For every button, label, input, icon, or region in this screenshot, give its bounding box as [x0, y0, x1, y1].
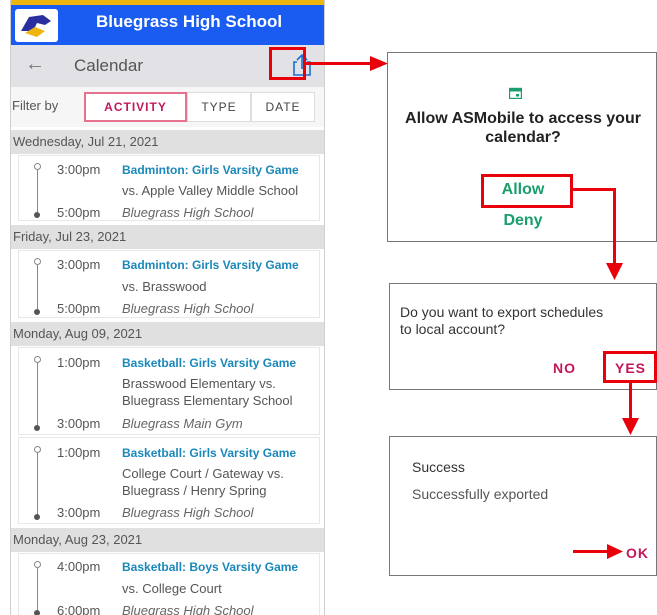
filter-bar: Filter by ACTIVITY TYPE DATE — [11, 87, 324, 127]
event-location: Bluegrass High School — [122, 603, 254, 615]
event-name: Basketball: Boys Varsity Game — [122, 560, 299, 574]
school-name: Bluegrass High School — [96, 12, 283, 31]
day-header: Monday, Aug 23, 2021 — [11, 528, 324, 552]
event-location: Bluegrass High School — [122, 301, 254, 316]
event-location: Bluegrass High School — [122, 505, 254, 520]
event-end-time: 5:00pm — [57, 301, 101, 316]
filter-label: Filter by — [12, 98, 59, 113]
connector-line — [306, 62, 376, 65]
event-name: Badminton: Girls Varsity Game — [122, 163, 299, 177]
connector-line — [613, 188, 616, 264]
arrow-right-icon — [607, 544, 623, 559]
day-header: Friday, Jul 23, 2021 — [11, 225, 324, 249]
event-location: Bluegrass High School — [122, 205, 254, 220]
timeline-rail — [37, 169, 38, 212]
permission-dialog: Allow ASMobile to access your calendar? … — [387, 52, 657, 242]
timeline-end-dot — [34, 212, 40, 218]
yes-highlight — [603, 351, 657, 383]
event-end-time: 5:00pm — [57, 205, 101, 220]
timeline-rail — [37, 567, 38, 612]
event-card[interactable]: 1:00pm Basketball: Girls Varsity Game Br… — [18, 347, 320, 435]
event-name: Basketball: Girls Varsity Game — [122, 446, 297, 460]
event-start-time: 1:00pm — [57, 355, 101, 370]
timeline-end-dot — [34, 309, 40, 315]
page-title: Calendar — [74, 56, 143, 75]
school-header: Bluegrass High School — [11, 0, 324, 45]
event-card[interactable]: 3:00pm Badminton: Girls Varsity Game vs.… — [18, 155, 320, 221]
event-start-time: 1:00pm — [57, 445, 101, 460]
timeline-rail — [37, 452, 38, 515]
export-question-line: to local account? — [400, 321, 506, 337]
event-opponent: Bluegrass / Henry Spring — [122, 483, 267, 498]
connector-line — [573, 550, 611, 553]
event-card[interactable]: 1:00pm Basketball: Girls Varsity Game Co… — [18, 437, 320, 524]
event-end-time: 6:00pm — [57, 603, 101, 615]
timeline-rail — [37, 264, 38, 309]
event-start-time: 3:00pm — [57, 162, 101, 177]
event-opponent: Brasswood Elementary vs. — [122, 376, 276, 391]
event-end-time: 3:00pm — [57, 416, 101, 431]
export-question: Do you want to export schedules to local… — [400, 304, 603, 338]
event-opponent: vs. College Court — [122, 581, 222, 596]
success-title: Success — [412, 459, 465, 475]
export-question-line: Do you want to export schedules — [400, 304, 604, 320]
event-card[interactable]: 3:00pm Badminton: Girls Varsity Game vs.… — [18, 250, 320, 318]
allow-highlight — [481, 174, 573, 208]
arrow-right-icon — [370, 56, 388, 71]
success-message: Successfully exported — [412, 486, 549, 502]
tab-type[interactable]: TYPE — [187, 92, 251, 122]
timeline-end-dot — [34, 610, 40, 615]
event-opponent: Bluegrass Elementary School — [122, 393, 293, 408]
arrow-down-icon — [622, 418, 639, 435]
timeline-end-dot — [34, 514, 40, 520]
arrow-down-icon — [606, 263, 623, 280]
event-start-time: 3:00pm — [57, 257, 101, 272]
share-highlight — [269, 47, 306, 80]
event-card[interactable]: 4:00pm Basketball: Boys Varsity Game vs.… — [18, 553, 320, 615]
day-header: Monday, Aug 09, 2021 — [11, 322, 324, 346]
event-start-time: 4:00pm — [57, 559, 101, 574]
tab-date[interactable]: DATE — [251, 92, 315, 122]
event-location: Bluegrass Main Gym — [122, 416, 243, 431]
tab-activity[interactable]: ACTIVITY — [84, 92, 187, 122]
connector-line — [629, 383, 632, 419]
timeline-end-dot — [34, 425, 40, 431]
event-opponent: vs. Brasswood — [122, 279, 207, 294]
timeline-rail — [37, 362, 38, 426]
event-end-time: 3:00pm — [57, 505, 101, 520]
phone-screen: Bluegrass High School ← Calendar Filter … — [10, 0, 325, 615]
deny-button[interactable]: Deny — [388, 212, 657, 230]
event-opponent: vs. Apple Valley Middle School — [122, 183, 299, 198]
back-arrow-icon[interactable]: ← — [25, 53, 45, 76]
permission-question: Allow ASMobile to access your calendar? — [405, 110, 641, 146]
event-name: Basketball: Girls Varsity Game — [122, 356, 297, 370]
no-button[interactable]: NO — [553, 360, 576, 376]
event-name: Badminton: Girls Varsity Game — [122, 258, 299, 272]
connector-line — [573, 188, 616, 191]
day-header: Wednesday, Jul 21, 2021 — [11, 130, 324, 154]
event-opponent: College Court / Gateway vs. — [122, 466, 284, 481]
calendar-icon — [509, 87, 522, 99]
logo-icon — [15, 9, 58, 42]
ok-button[interactable]: OK — [626, 545, 649, 561]
